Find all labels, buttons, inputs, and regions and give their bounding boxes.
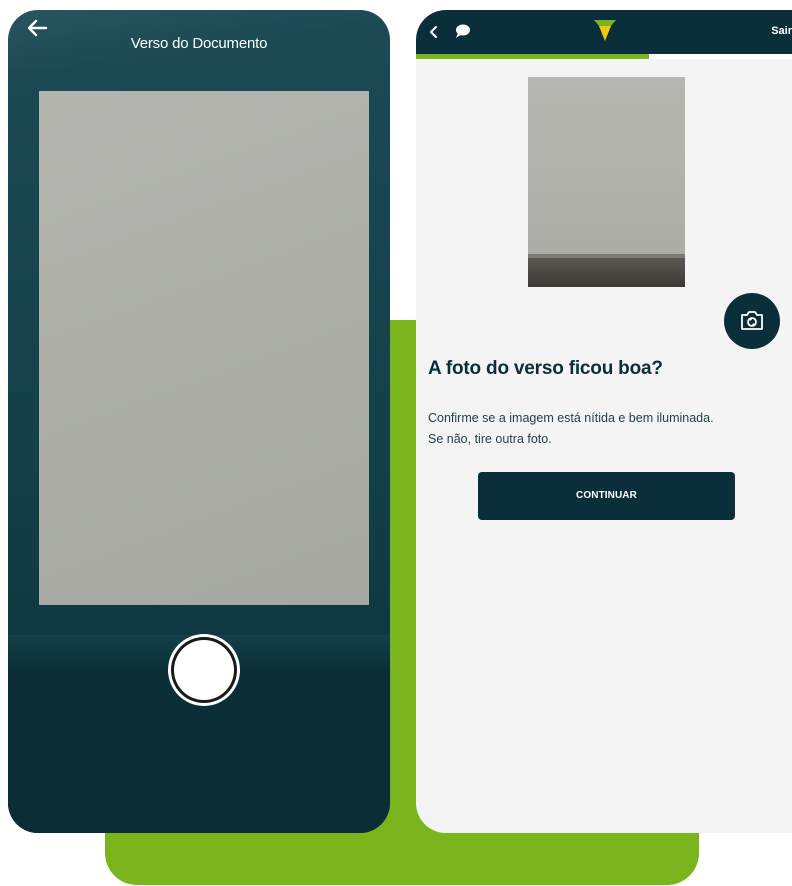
instruction-line-1: Confirme se a imagem está nítida e bem i… [428, 411, 714, 425]
progress-bar [416, 54, 792, 59]
photo-floor-edge [528, 254, 685, 287]
shutter-button[interactable] [171, 637, 237, 703]
app-header: Sair [416, 10, 792, 54]
exit-link[interactable]: Sair [771, 25, 792, 37]
captured-photo-thumbnail [528, 77, 685, 287]
review-instructions: Confirme se a imagem está nítida e bem i… [428, 408, 790, 450]
camera-icon [741, 311, 763, 330]
brand-logo-icon [592, 17, 618, 43]
instruction-line-2: Se não, tire outra foto. [428, 432, 552, 446]
review-heading: A foto do verso ficou boa? [428, 358, 663, 379]
screenshot-canvas: Verso do Documento Sair A foto do verso … [0, 0, 792, 886]
photo-review-screen: Sair A foto do verso ficou boa? Confirme… [416, 10, 792, 833]
camera-capture-screen: Verso do Documento [8, 10, 390, 833]
progress-fill [416, 54, 650, 59]
chevron-left-icon[interactable] [428, 24, 440, 38]
retake-photo-button[interactable] [724, 293, 780, 349]
chat-bubble-icon[interactable] [454, 23, 472, 39]
continue-button[interactable]: CONTINUAR [478, 472, 735, 520]
screen-title: Verso do Documento [130, 35, 268, 52]
camera-preview [39, 91, 369, 605]
